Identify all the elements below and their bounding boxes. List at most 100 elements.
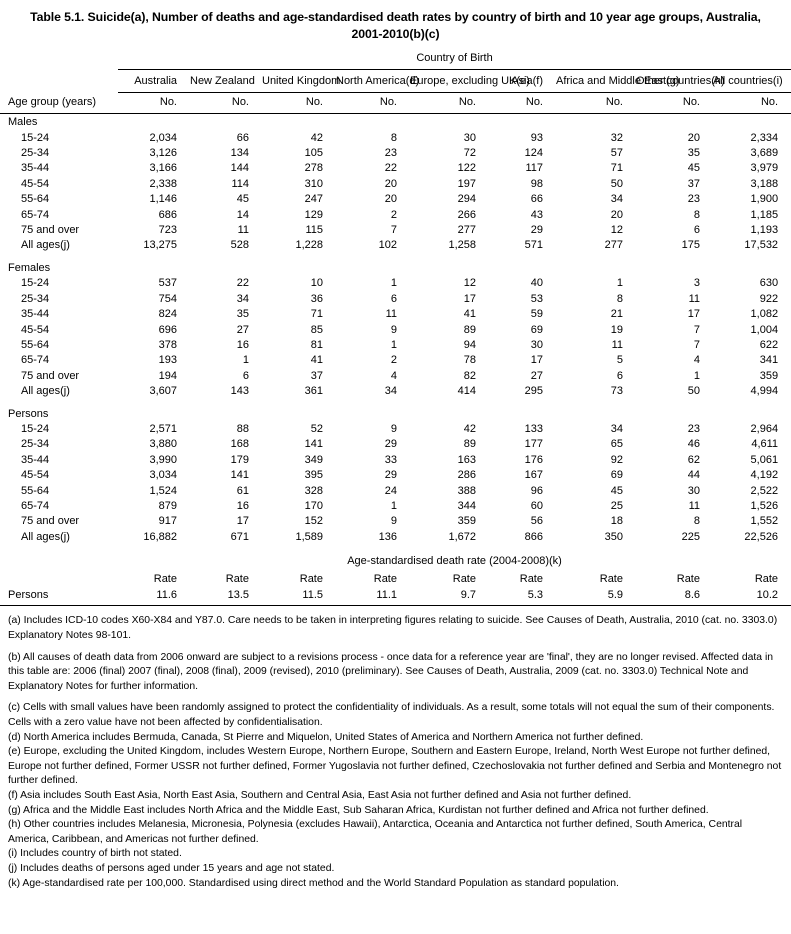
table-cell: 96 <box>530 484 543 497</box>
table-cell: 82 <box>463 369 476 382</box>
table-cell: 16,882 <box>143 530 177 543</box>
row-label: 65-74 <box>21 208 50 221</box>
table-cell: 1,526 <box>750 499 779 512</box>
table-cell: 85 <box>310 323 323 336</box>
table-cell: 60 <box>530 499 543 512</box>
table-cell: 143 <box>230 385 249 398</box>
table-cell: 144 <box>230 162 249 175</box>
table-cell: 414 <box>457 385 476 398</box>
group-header-row: Persons <box>0 406 791 422</box>
table-cell: 754 <box>158 292 177 305</box>
table-cell: 65 <box>610 438 623 451</box>
column-header-spacer <box>0 70 118 90</box>
table-cell: 50 <box>610 177 623 190</box>
row-label: All ages(j) <box>21 385 70 398</box>
table-cell: 102 <box>378 239 397 252</box>
table-cell: 266 <box>457 208 476 221</box>
unit-new-zealand: No. <box>231 95 249 108</box>
group-header-blank <box>636 260 713 276</box>
table-cell: 11 <box>611 338 623 351</box>
table-cell: 4 <box>693 354 700 367</box>
table-cell: 167 <box>524 469 543 482</box>
col-header-australia: Australia <box>134 75 177 88</box>
table-cell: 73 <box>610 385 623 398</box>
table-cell: 23 <box>687 193 700 206</box>
unit-united-kingdom: No. <box>305 95 323 108</box>
table-cell: 917 <box>158 515 177 528</box>
table-cell: 3,880 <box>149 438 177 451</box>
table-cell: 696 <box>158 323 177 336</box>
unit-europe: No. <box>458 95 476 108</box>
table-cell: 11 <box>237 224 249 237</box>
table-cell: 278 <box>304 162 323 175</box>
footnote: (c) Cells with small values have been ra… <box>8 702 775 728</box>
table-cell: 24 <box>384 484 397 497</box>
table-cell: 42 <box>463 422 476 435</box>
table-cell: 152 <box>304 515 323 528</box>
table-cell: 359 <box>457 515 476 528</box>
table-cell: 1,258 <box>448 239 476 252</box>
country-of-birth-spanner: Country of Birth <box>416 52 493 64</box>
table-cell: 630 <box>759 277 779 290</box>
table-cell: 45 <box>687 162 700 175</box>
group-header-blank <box>118 114 190 131</box>
table-cell: 12 <box>463 277 476 290</box>
table-cell: 45 <box>236 193 249 206</box>
rate-section: Age-standardised death rate (2004-2008)(… <box>0 545 791 607</box>
table-cell: 141 <box>230 469 249 482</box>
table-row: 25-34 3,126 134 105 23 72 124 57 35 3,689 <box>0 146 791 161</box>
table-cell: 359 <box>759 369 779 382</box>
table-cell: 66 <box>530 193 543 206</box>
table-cell: 136 <box>378 530 397 543</box>
column-header-row: Australia New Zealand United Kingdom Nor… <box>0 70 791 90</box>
row-label: All ages(j) <box>21 239 70 252</box>
table-cell: 2 <box>390 354 397 367</box>
unit-other-countries: No. <box>682 95 700 108</box>
group-header-blank <box>489 260 556 276</box>
group-header-blank <box>118 406 190 422</box>
row-label: 75 and over <box>21 369 80 382</box>
group-header-blank <box>190 260 262 276</box>
group-header-label: Males <box>8 116 38 129</box>
row-label: 55-64 <box>21 193 50 206</box>
footnote: (h) Other countries includes Melanesia, … <box>8 819 743 845</box>
row-label: 75 and over <box>21 224 80 237</box>
footnotes: (a) Includes ICD-10 codes X60-X84 and Y8… <box>0 606 791 891</box>
table-cell: 33 <box>384 453 397 466</box>
table-cell: 2,338 <box>149 177 177 190</box>
table-cell: 571 <box>524 239 543 252</box>
row-label: 75 and over <box>21 515 80 528</box>
table-cell: 18 <box>610 515 623 528</box>
table-cell: 5 <box>616 354 623 367</box>
table-cell: 69 <box>530 323 543 336</box>
table-cell: 20 <box>610 208 623 221</box>
table-cell: 20 <box>384 177 397 190</box>
table-cell: 35 <box>236 308 249 321</box>
rate-unit-all-countries: Rate <box>754 572 779 585</box>
table-cell: 14 <box>236 208 249 221</box>
table-cell: 23 <box>687 422 700 435</box>
table-cell: 3,990 <box>149 453 177 466</box>
rate-cell: 8.6 <box>684 589 700 601</box>
table-cell: 7 <box>390 224 397 237</box>
table-cell: 528 <box>230 239 249 252</box>
table-cell: 277 <box>457 224 476 237</box>
table-cell: 71 <box>610 162 623 175</box>
table-cell: 124 <box>524 147 543 160</box>
table-cell: 1,228 <box>295 239 323 252</box>
rate-spanner-label: Age-standardised death rate (2004-2008)(… <box>347 555 562 568</box>
table-cell: 1,193 <box>750 224 779 237</box>
table-cell: 7 <box>693 338 700 351</box>
table-cell: 36 <box>310 292 323 305</box>
table-cell: 129 <box>304 208 323 221</box>
group-header-blank <box>556 406 636 422</box>
table-cell: 78 <box>463 354 476 367</box>
row-label: 25-34 <box>21 438 50 451</box>
table-cell: 98 <box>530 177 543 190</box>
rate-unit-asia: Rate <box>519 572 543 585</box>
table-row: 45-54 3,034 141 395 29 286 167 69 44 4,192 <box>0 468 791 483</box>
rate-cell: 11.5 <box>302 589 323 601</box>
unit-row: Age group (years) No. No. No. No. No. No… <box>0 92 791 111</box>
table-cell: 723 <box>158 224 177 237</box>
row-label: 15-24 <box>21 277 50 290</box>
